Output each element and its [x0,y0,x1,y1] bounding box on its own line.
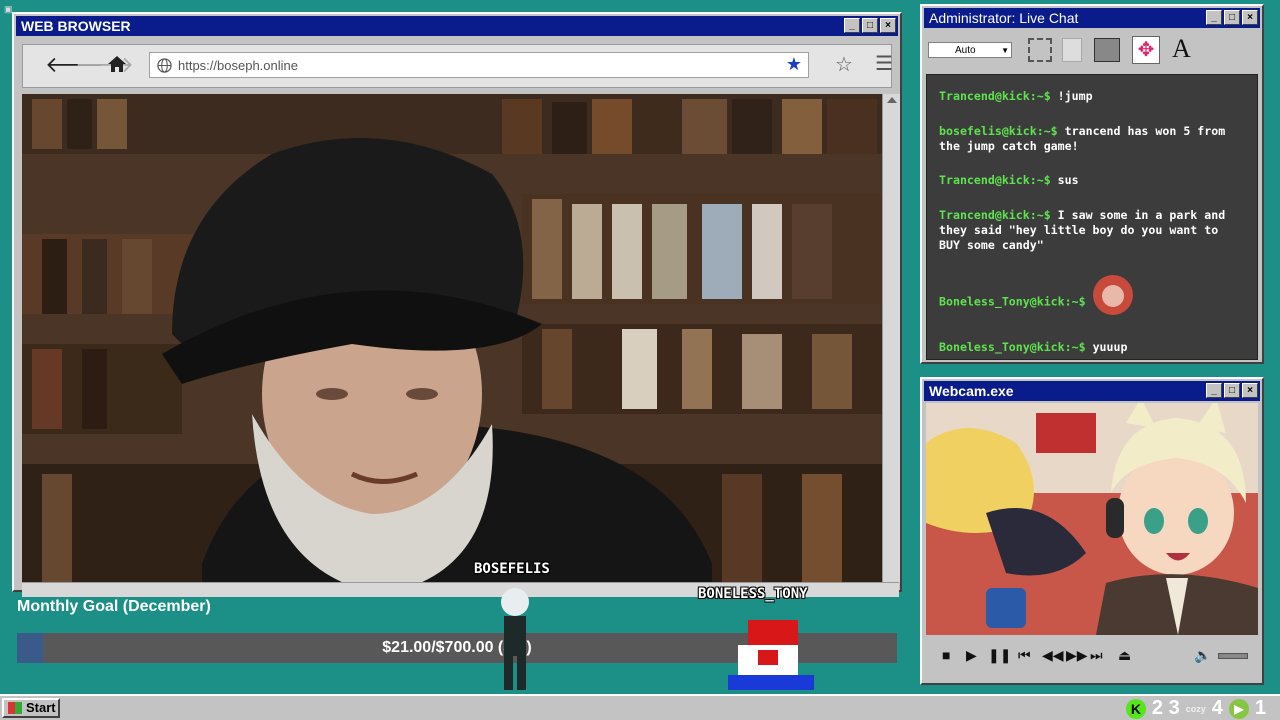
rumble-icon[interactable]: ▶ [1228,698,1249,719]
video-content [22,94,882,582]
chat-window: Administrator: Live Chat _ □ × Auto ▼ ✥ … [920,4,1264,364]
rumble-count: 1 [1254,697,1266,719]
close-button[interactable]: × [1242,383,1258,398]
bookmark-star-icon[interactable]: ★ [786,54,802,75]
font-select[interactable]: Auto ▼ [928,42,1012,58]
chat-message: Trancend@kick:~$ I saw some in a park an… [939,208,1226,252]
kick-count: 2 3 [1151,697,1180,719]
minimize-button[interactable]: _ [1206,10,1222,25]
system-tray: K 2 3 cozy 4 ▶ 1 [1125,697,1266,720]
close-button[interactable]: × [1242,10,1258,25]
volume-icon[interactable]: 🔈 [1194,647,1211,664]
menu-icon[interactable]: ☰ [875,51,893,76]
chat-toolbar: Auto ▼ ✥ A [926,30,1258,70]
favorites-icon[interactable]: ☆ [835,52,853,77]
start-label: Start [26,700,56,715]
media-controls: ■ ▶ ❚❚ ⏮ ◀◀ ▶▶ ⏭ ⏏ 🔈 [926,641,1258,669]
globe-icon [157,58,172,73]
eject-icon[interactable]: ⏏ [1118,647,1131,664]
paste-icon[interactable] [1094,38,1120,62]
chat-message: bosefelis@kick:~$ trancend has won 5 fro… [939,124,1226,153]
chat-message: Boneless_Tony@kick:~$ yuuup [939,340,1128,354]
fast-forward-icon[interactable]: ▶▶ [1066,647,1088,664]
browser-title: WEB BROWSER [21,18,131,34]
chevron-down-icon: ▼ [1001,46,1009,55]
webcam-avatar [926,403,1258,635]
character-sprite [501,588,529,690]
minimize-button[interactable]: _ [1206,383,1222,398]
chat-message: Boneless_Tony@kick:~$ [939,275,1245,315]
browser-titlebar[interactable]: WEB BROWSER _ □ × [16,16,898,36]
home-icon[interactable] [107,54,127,74]
browser-toolbar: 🡐 🡒 https://boseph.online ★ ☆ ☰ [22,44,893,88]
minimize-button[interactable]: _ [844,18,860,33]
select-tool-icon[interactable] [1028,38,1052,62]
chat-message: Trancend@kick:~$ !jump [939,89,1093,103]
pause-icon[interactable]: ❚❚ [988,647,1011,664]
goal-title: Monthly Goal (December) [17,598,211,615]
maximize-button[interactable]: □ [862,18,878,33]
stop-icon[interactable]: ■ [942,647,950,663]
skip-back-icon[interactable]: ⏮ [1018,647,1031,664]
font-icon[interactable]: A [1172,34,1191,64]
url-text: https://boseph.online [178,58,298,73]
font-select-value: Auto [955,45,976,56]
chat-message: Trancend@kick:~$ sus [939,173,1079,187]
volume-slider[interactable] [1218,653,1248,659]
move-icon[interactable]: ✥ [1132,36,1160,64]
chat-messages: Trancend@kick:~$ !jump bosefelis@kick:~$… [926,74,1258,360]
maximize-button[interactable]: □ [1224,10,1240,25]
chat-title: Administrator: Live Chat [929,10,1079,26]
webcam-window: Webcam.exe _ □ × ■ ▶ ❚❚ ⏮ ◀◀ ▶▶ ⏭ ⏏ 🔈 [920,377,1264,685]
cozy-count: 4 [1211,697,1223,719]
close-button[interactable]: × [880,18,896,33]
maximize-button[interactable]: □ [1224,383,1240,398]
windows-logo-icon [8,702,22,714]
taskbar: Start K 2 3 cozy 4 ▶ 1 [0,694,1280,720]
address-bar[interactable]: https://boseph.online ★ [149,52,809,78]
start-button[interactable]: Start [2,698,60,718]
browser-window: WEB BROWSER _ □ × 🡐 🡒 https://boseph.onl… [12,12,902,597]
webcam-titlebar[interactable]: Webcam.exe _ □ × [924,381,1260,401]
cozy-label: cozy [1185,703,1206,714]
copy-icon[interactable] [1062,38,1082,62]
rewind-icon[interactable]: ◀◀ [1042,647,1064,664]
overlay-username: BOSEFELIS [474,561,550,577]
vertical-scrollbar[interactable] [882,94,900,582]
play-icon[interactable]: ▶ [966,647,977,664]
kick-icon[interactable]: K [1125,698,1146,719]
webcam-title: Webcam.exe [929,383,1014,399]
skip-forward-icon[interactable]: ⏭ [1090,647,1103,664]
webcam-feed [926,403,1258,635]
chat-titlebar[interactable]: Administrator: Live Chat _ □ × [924,8,1260,28]
video-frame [22,94,882,582]
emote-icon [1092,275,1133,315]
desktop-icon[interactable]: ▣ [4,4,13,14]
character-sprite [728,620,814,690]
overlay-username: BONELESS_TONY [698,586,808,602]
